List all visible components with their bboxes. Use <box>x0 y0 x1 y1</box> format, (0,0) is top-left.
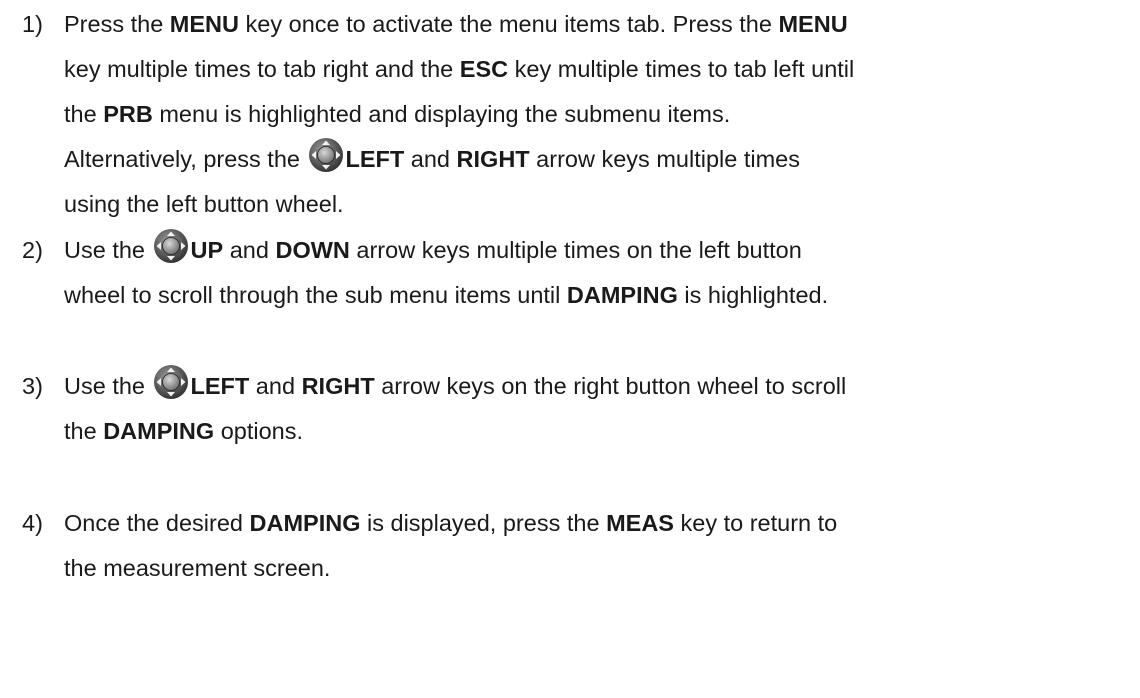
key-name: DAMPING <box>566 282 678 308</box>
text-segment: Once the desired <box>64 510 250 536</box>
step-3: 3) Use the LEFT and RIGHT arrow keys on … <box>22 364 1130 454</box>
text-segment: Alternatively, press the <box>64 146 307 172</box>
key-name: DOWN <box>275 237 350 263</box>
save-wheel-icon <box>153 364 189 400</box>
text-segment: using the left button wheel. <box>64 191 344 217</box>
step-number: 2) <box>22 237 43 263</box>
key-name: DAMPING <box>103 418 215 444</box>
key-name: ESC <box>459 56 509 82</box>
enter-wheel-icon <box>153 228 189 264</box>
text-segment: and <box>404 146 457 172</box>
text-segment: options. <box>214 418 304 444</box>
text-line: the DAMPING options. <box>64 409 1130 454</box>
text-segment: key multiple times to tab right and the <box>64 56 460 82</box>
step-number: 4) <box>22 510 43 536</box>
text-segment: menu is highlighted and displaying the s… <box>152 101 731 127</box>
key-name: PRB <box>103 101 153 127</box>
text-segment: the <box>64 101 104 127</box>
text-line: using the left button wheel. <box>64 182 1130 227</box>
key-name: RIGHT <box>456 146 530 172</box>
text-line: Once the desired DAMPING is displayed, p… <box>64 501 1130 546</box>
text-line: Use the LEFT and RIGHT arrow keys on the… <box>64 364 1130 409</box>
text-line: Press the MENU key once to activate the … <box>64 2 1130 47</box>
text-line: the PRB menu is highlighted and displayi… <box>64 92 1130 137</box>
step-text: Once the desired DAMPING is displayed, p… <box>64 501 1130 591</box>
text-line: Use the UP and DOWN arrow keys multiple … <box>64 228 1130 273</box>
text-segment: key to return to <box>673 510 838 536</box>
text-line: wheel to scroll through the sub menu ite… <box>64 273 1130 318</box>
text-segment: and <box>223 237 276 263</box>
text-segment: the <box>64 418 104 444</box>
text-segment: key once to activate the menu items tab.… <box>239 11 779 37</box>
step-text: Use the UP and DOWN arrow keys multiple … <box>64 228 1130 318</box>
step-number: 1) <box>22 11 43 37</box>
step-number: 3) <box>22 373 43 399</box>
text-segment: and <box>249 373 302 399</box>
text-segment: the measurement screen. <box>64 555 331 581</box>
text-segment: is displayed, press the <box>360 510 607 536</box>
text-line: Alternatively, press the LEFT and RIGHT … <box>64 137 1130 182</box>
instruction-document: 1) Press the MENU key once to activate t… <box>0 0 1140 698</box>
key-name: MENU <box>169 11 239 37</box>
text-segment: wheel to scroll through the sub menu ite… <box>64 282 567 308</box>
text-segment: key multiple times to tab left until <box>508 56 855 82</box>
text-segment: Use the <box>64 237 152 263</box>
text-segment: arrow keys multiple times <box>529 146 800 172</box>
key-name: LEFT <box>345 146 405 172</box>
key-name: LEFT <box>190 373 250 399</box>
step-1: 1) Press the MENU key once to activate t… <box>22 2 1130 227</box>
text-segment: arrow keys multiple times on the left bu… <box>349 237 802 263</box>
text-segment: Use the <box>64 373 152 399</box>
key-name: DAMPING <box>249 510 361 536</box>
step-text: Press the MENU key once to activate the … <box>64 2 1130 227</box>
step-text: Use the LEFT and RIGHT arrow keys on the… <box>64 364 1130 454</box>
text-line: key multiple times to tab right and the … <box>64 47 1130 92</box>
key-name: RIGHT <box>301 373 375 399</box>
step-4: 4) Once the desired DAMPING is displayed… <box>22 501 1130 591</box>
key-name: MENU <box>778 11 848 37</box>
text-line: the measurement screen. <box>64 546 1130 591</box>
key-name: MEAS <box>606 510 674 536</box>
key-name: UP <box>190 237 224 263</box>
enter-wheel-icon <box>308 137 344 173</box>
text-segment: Press the <box>64 11 170 37</box>
step-2: 2) Use the UP and DOWN arrow keys multip… <box>22 228 1130 318</box>
text-segment: arrow keys on the right button wheel to … <box>374 373 847 399</box>
text-segment: is highlighted. <box>677 282 829 308</box>
